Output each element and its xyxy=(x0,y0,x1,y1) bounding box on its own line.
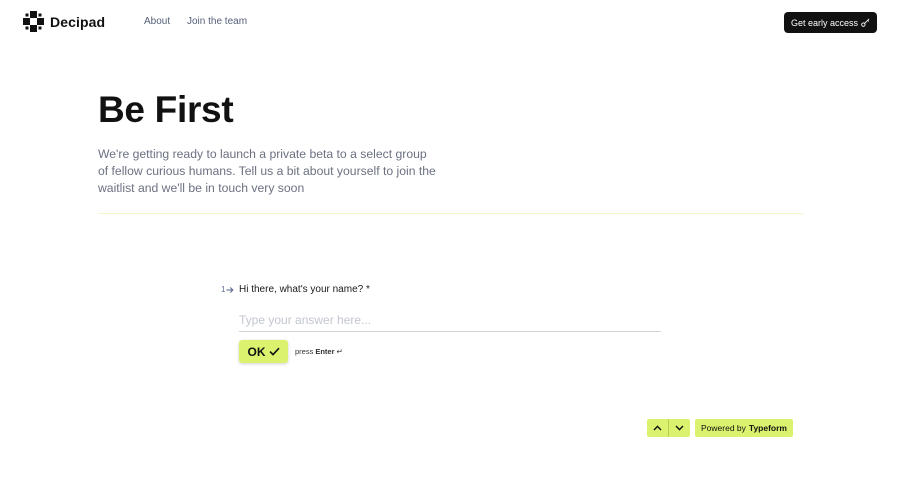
nav-join-team-link[interactable]: Join the team xyxy=(187,16,247,27)
press-enter-hint: press Enter ↵ xyxy=(295,347,343,356)
chevron-down-icon xyxy=(675,425,684,431)
enter-key-icon: ↵ xyxy=(336,347,343,356)
brand-name: Decipad xyxy=(50,13,106,30)
question-number-label: 1 xyxy=(221,285,226,294)
brand-logo[interactable]: Decipad xyxy=(23,11,105,32)
name-answer-input[interactable] xyxy=(239,310,661,332)
nav-about-link[interactable]: About xyxy=(144,16,170,27)
powered-prefix: Powered by xyxy=(701,423,746,433)
arrow-right-icon xyxy=(226,286,235,293)
section-divider xyxy=(98,213,803,214)
powered-by-typeform-link[interactable]: Powered by Typeform xyxy=(695,419,793,437)
decipad-logo-icon xyxy=(23,11,44,32)
powered-brand: Typeform xyxy=(748,423,787,433)
hint-key: Enter xyxy=(315,347,335,356)
cta-label: Get early access xyxy=(790,17,859,28)
ok-label: OK xyxy=(247,344,266,359)
check-icon xyxy=(268,347,280,356)
hint-press: press xyxy=(295,347,314,356)
chevron-up-icon xyxy=(653,425,662,431)
page-title: Be First xyxy=(98,89,234,130)
next-question-button[interactable] xyxy=(669,419,690,437)
hero-description: We're getting ready to launch a private … xyxy=(98,147,436,195)
ok-button[interactable]: OK xyxy=(239,340,288,363)
key-icon xyxy=(861,18,870,27)
get-early-access-button[interactable]: Get early access xyxy=(784,12,877,33)
question-text: Hi there, what's your name? * xyxy=(239,284,370,295)
question-number: 1 xyxy=(221,285,235,294)
previous-question-button[interactable] xyxy=(647,419,669,437)
question-navigation xyxy=(647,419,690,437)
